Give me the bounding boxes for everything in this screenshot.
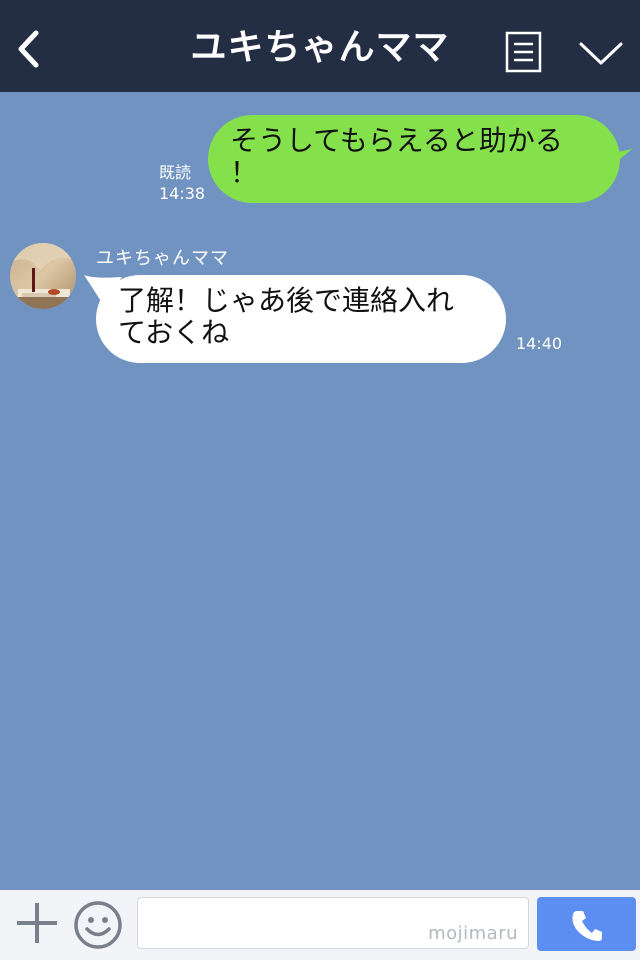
outgoing-text-line1: そうしてもらえると助かる [230, 124, 563, 157]
incoming-text-line1: 了解！じゃあ後で連絡入れ [118, 284, 455, 317]
app-header: ユキちゃんママ [0, 0, 640, 92]
outgoing-time: 14:38 [159, 184, 206, 203]
chat-area: そうしてもらえると助かる ！ 既読 14:38 ユキちゃんママ 了解！じゃあ後で… [0, 92, 640, 890]
emoji-button[interactable] [73, 900, 123, 950]
profile-photo [10, 243, 76, 309]
message-input[interactable]: mojimaru [137, 897, 529, 949]
avatar[interactable] [10, 243, 76, 309]
phone-icon [572, 911, 602, 941]
chat-title: ユキちゃんママ [190, 27, 450, 68]
menu-button[interactable] [505, 31, 543, 73]
read-receipt: 既読 14:38 [159, 162, 205, 204]
chevron-down-icon [579, 42, 623, 65]
sender-name: ユキちゃんママ [96, 248, 229, 269]
menu-icon [505, 31, 542, 73]
outgoing-text-line2: ！ [230, 156, 259, 189]
read-label: 既読 [159, 163, 192, 182]
incoming-text-line2: ておくね [118, 316, 230, 349]
outgoing-message: そうしてもらえると助かる ！ [208, 115, 634, 203]
plus-icon [17, 903, 57, 943]
add-button[interactable] [14, 900, 60, 946]
outgoing-bubble[interactable]: そうしてもらえると助かる ！ [208, 115, 620, 203]
call-button[interactable] [537, 897, 636, 951]
collapse-button[interactable] [578, 36, 624, 72]
incoming-time: 14:40 [516, 334, 563, 353]
watermark: mojimaru [428, 923, 518, 944]
back-button[interactable] [10, 24, 50, 74]
smiley-icon [74, 901, 122, 949]
incoming-bubble[interactable]: 了解！じゃあ後で連絡入れ ておくね [96, 275, 506, 363]
chevron-left-icon [18, 30, 39, 68]
input-bar: mojimaru [0, 890, 640, 960]
